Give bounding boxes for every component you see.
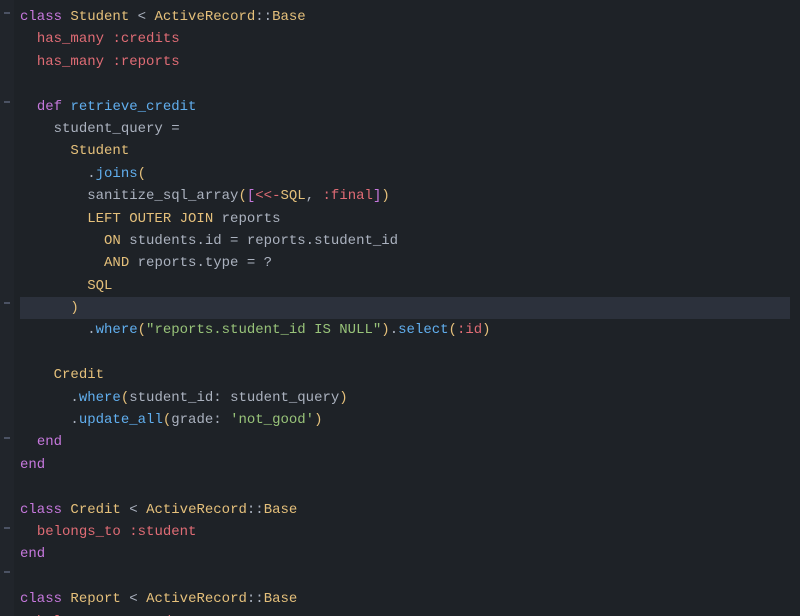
line: Credit xyxy=(20,364,790,386)
line: ) xyxy=(20,297,790,319)
fold-marker[interactable] xyxy=(4,101,10,103)
code-content: class Student < ActiveRecord::Base has_m… xyxy=(0,0,800,616)
line xyxy=(20,476,790,498)
line: .where(student_id: student_query) xyxy=(20,387,790,409)
line: AND reports.type = ? xyxy=(20,252,790,274)
fold-marker[interactable] xyxy=(4,302,10,304)
line: Student xyxy=(20,140,790,162)
line: has_many :reports xyxy=(20,51,790,73)
code-editor: class Student < ActiveRecord::Base has_m… xyxy=(0,0,800,616)
line: sanitize_sql_array([<<-SQL, :final]) xyxy=(20,185,790,207)
line: end xyxy=(20,454,790,476)
fold-marker[interactable] xyxy=(4,527,10,529)
fold-marker[interactable] xyxy=(4,12,10,14)
line: .where("reports.student_id IS NULL").sel… xyxy=(20,319,790,341)
line: end xyxy=(20,543,790,565)
gutter xyxy=(0,0,14,616)
line: ON students.id = reports.student_id xyxy=(20,230,790,252)
line: student_query = xyxy=(20,118,790,140)
line: has_many :credits xyxy=(20,28,790,50)
line: def retrieve_credit xyxy=(20,96,790,118)
line: belongs_to :student xyxy=(20,611,790,616)
line: class Credit < ActiveRecord::Base xyxy=(20,499,790,521)
line xyxy=(20,73,790,95)
line xyxy=(20,342,790,364)
line: belongs_to :student xyxy=(20,521,790,543)
line: .update_all(grade: 'not_good') xyxy=(20,409,790,431)
line xyxy=(20,566,790,588)
fold-marker[interactable] xyxy=(4,571,10,573)
line: SQL xyxy=(20,275,790,297)
line: class Student < ActiveRecord::Base xyxy=(20,6,790,28)
fold-marker[interactable] xyxy=(4,437,10,439)
line: LEFT OUTER JOIN reports xyxy=(20,208,790,230)
line: end xyxy=(20,431,790,453)
line: class Report < ActiveRecord::Base xyxy=(20,588,790,610)
line: .joins( xyxy=(20,163,790,185)
